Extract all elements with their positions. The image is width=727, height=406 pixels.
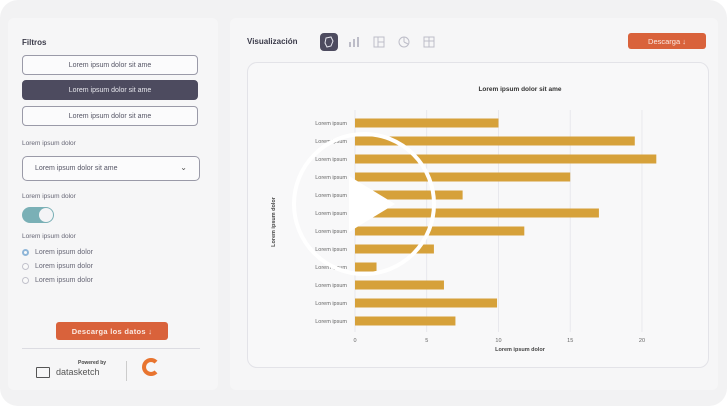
radio-icon	[22, 263, 29, 270]
bar	[355, 316, 456, 326]
pie-icon[interactable]	[395, 33, 413, 51]
datasketch-logo: Powered by datasketch	[36, 360, 116, 382]
radio-option-2[interactable]: Lorem ipsum dolor	[22, 263, 93, 270]
chevron-down-icon: ⌄	[180, 163, 187, 172]
table-icon[interactable]	[420, 33, 438, 51]
powered-by-text: Powered by	[78, 360, 107, 366]
treemap-icon[interactable]	[370, 33, 388, 51]
x-tick-label: 20	[639, 338, 645, 344]
x-axis-label: Lorem ipsum dolor	[495, 347, 546, 353]
x-tick-label: 15	[567, 338, 573, 344]
category-label: Lorem ipsum	[315, 121, 347, 127]
radio-option-3[interactable]: Lorem ipsum dolor	[22, 277, 93, 284]
bar-chart-icon[interactable]	[345, 33, 363, 51]
x-tick-label: 0	[353, 338, 356, 344]
toggle-label: Lorem ipsum dolor	[22, 193, 76, 200]
logo-divider	[126, 361, 127, 381]
toggle-knob	[39, 208, 53, 222]
x-tick-label: 5	[425, 338, 428, 344]
radio-icon	[22, 277, 29, 284]
radio-option-label: Lorem ipsum dolor	[35, 249, 93, 256]
category-label: Lorem ipsum	[315, 301, 347, 307]
bar	[355, 118, 499, 128]
filters-title: Filtros	[22, 38, 47, 47]
radio-option-1[interactable]: Lorem ipsum dolor	[22, 249, 93, 256]
radio-icon	[22, 249, 29, 256]
radio-option-label: Lorem ipsum dolor	[35, 263, 93, 270]
partner-logo-mark	[142, 358, 160, 376]
partner-logo	[142, 358, 192, 384]
monitor-icon	[36, 367, 50, 378]
filter-button-2[interactable]: Lorem ipsum dolor sit ame	[22, 80, 198, 100]
bar	[355, 280, 444, 290]
download-button[interactable]: Descarga ↓	[628, 33, 706, 49]
play-icon[interactable]	[291, 131, 437, 277]
select-label: Lorem ipsum dolor	[22, 140, 76, 147]
download-data-button[interactable]: Descarga los datos ↓	[56, 322, 168, 340]
brand-text: datasketch	[56, 367, 100, 377]
bar	[355, 298, 498, 308]
video-frame: Filtros Lorem ipsum dolor sit ame Lorem …	[0, 0, 727, 406]
radio-option-label: Lorem ipsum dolor	[35, 277, 93, 284]
filter-button-3[interactable]: Lorem ipsum dolor sit ame	[22, 106, 198, 126]
category-label: Lorem ipsum	[315, 283, 347, 289]
filter-button-1[interactable]: Lorem ipsum dolor sit ame	[22, 55, 198, 75]
toggle-switch[interactable]	[22, 207, 54, 223]
category-label: Lorem ipsum	[315, 319, 347, 325]
x-tick-label: 10	[495, 338, 501, 344]
select-value: Lorem ipsum dolor sit ame	[35, 165, 118, 172]
y-axis-label: Lorem ipsum dolor	[271, 196, 277, 247]
map-icon[interactable]	[320, 33, 338, 51]
category-select[interactable]: Lorem ipsum dolor sit ame ⌄	[22, 156, 200, 181]
radio-label: Lorem ipsum dolor	[22, 233, 76, 240]
divider	[22, 348, 200, 349]
chart-title: Lorem ipsum dolor sit ame	[478, 86, 561, 93]
visualization-title: Visualización	[247, 37, 298, 46]
